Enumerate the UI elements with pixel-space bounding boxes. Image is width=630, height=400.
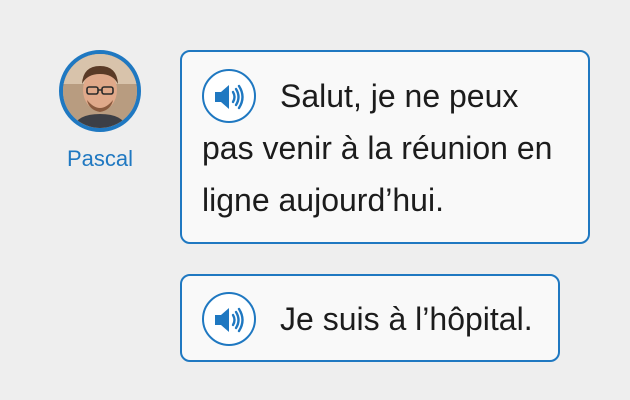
speaker-icon — [215, 307, 244, 333]
speaker: Pascal — [55, 50, 145, 172]
message-text: Je suis à l’hôpital. — [280, 301, 533, 337]
avatar-photo-icon — [63, 54, 137, 128]
message-line: ligne aujourd’hui. — [202, 182, 444, 218]
message-text: Salut, je ne peux pas venir à la réunion… — [202, 70, 572, 226]
message-line: Salut, je ne peux — [280, 78, 519, 114]
play-audio-button[interactable] — [202, 292, 261, 351]
message-line: pas venir à la réunion en — [202, 130, 553, 166]
message-bubble-2: Je suis à l’hôpital. — [180, 274, 560, 362]
avatar — [59, 50, 141, 132]
message-bubble-1: Salut, je ne peux pas venir à la réunion… — [180, 50, 590, 244]
speaker-name: Pascal — [66, 146, 134, 171]
